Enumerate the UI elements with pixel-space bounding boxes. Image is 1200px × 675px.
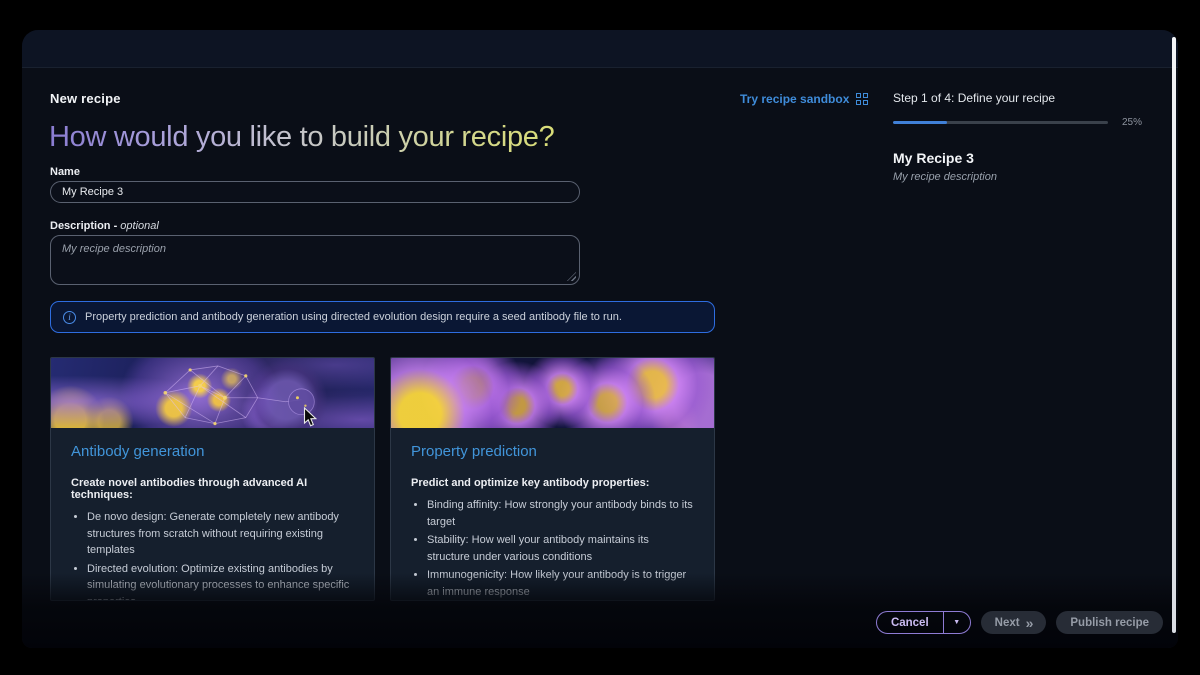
cancel-split-button[interactable]: Cancel ▼ xyxy=(876,611,971,634)
property-prediction-image xyxy=(391,358,714,428)
summary-recipe-description: My recipe description xyxy=(893,171,1153,183)
card-bullet: Immunogenicity: How likely your antibody… xyxy=(427,567,694,600)
publish-recipe-button[interactable]: Publish recipe xyxy=(1056,611,1163,634)
description-label: Description - optional xyxy=(50,220,159,232)
next-chevrons-icon: » xyxy=(1026,616,1033,630)
progress-bar-fill xyxy=(893,121,947,124)
footer-actions: Cancel ▼ Next » Publish recipe xyxy=(876,611,1163,634)
next-button[interactable]: Next » xyxy=(981,611,1047,634)
progress-bar xyxy=(893,121,1108,124)
cancel-button[interactable]: Cancel xyxy=(877,612,943,633)
progress-percent: 25% xyxy=(1122,117,1142,128)
card-antibody-generation[interactable]: Antibody generation Create novel antibod… xyxy=(50,357,375,601)
summary-recipe-name: My Recipe 3 xyxy=(893,150,1153,166)
window-header-bar xyxy=(22,30,1178,68)
card-bullet: De novo design: Generate completely new … xyxy=(87,509,354,559)
card-title-antibody-generation: Antibody generation xyxy=(71,443,354,460)
molecule-mesh-decoration xyxy=(51,358,374,428)
info-banner: i Property prediction and antibody gener… xyxy=(50,301,715,333)
cancel-dropdown-caret-icon[interactable]: ▼ xyxy=(944,612,970,633)
card-property-prediction[interactable]: Property prediction Predict and optimize… xyxy=(390,357,715,601)
card-bullet: Stability: How well your antibody mainta… xyxy=(427,532,694,565)
vertical-scrollbar[interactable] xyxy=(1172,37,1176,633)
sandbox-grid-icon xyxy=(856,93,868,105)
recipe-type-cards: Antibody generation Create novel antibod… xyxy=(50,357,715,601)
page-title: New recipe xyxy=(50,91,121,106)
info-banner-text: Property prediction and antibody generat… xyxy=(85,311,622,323)
antibody-generation-image xyxy=(51,358,374,428)
description-optional-label: optional xyxy=(120,220,159,232)
info-icon: i xyxy=(63,311,76,324)
try-recipe-sandbox-link[interactable]: Try recipe sandbox xyxy=(740,92,868,106)
description-input[interactable] xyxy=(50,235,580,285)
card-bullet: Binding affinity: How strongly your anti… xyxy=(427,497,694,530)
app-window: New recipe Try recipe sandbox Step 1 of … xyxy=(22,30,1178,648)
name-input[interactable] xyxy=(50,181,580,203)
recipe-summary-panel: Step 1 of 4: Define your recipe 25% My R… xyxy=(893,91,1153,183)
step-indicator: Step 1 of 4: Define your recipe xyxy=(893,91,1153,105)
card-bullet: Directed evolution: Optimize existing an… xyxy=(87,561,354,602)
sandbox-link-label: Try recipe sandbox xyxy=(740,92,849,106)
card-title-property-prediction: Property prediction xyxy=(411,443,694,460)
card-lead: Create novel antibodies through advanced… xyxy=(71,477,354,501)
main-heading: How would you like to build your recipe? xyxy=(49,121,554,154)
card-lead: Predict and optimize key antibody proper… xyxy=(411,477,694,489)
name-label: Name xyxy=(50,166,80,178)
